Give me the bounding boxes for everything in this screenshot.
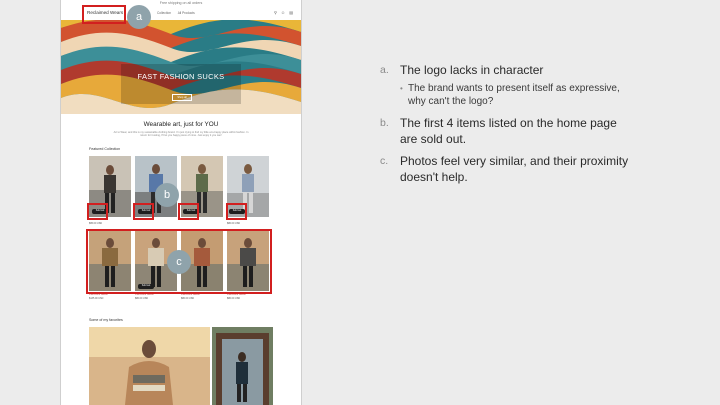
annotation-badge-c: c — [167, 250, 191, 274]
favorite-image-small[interactable] — [212, 327, 273, 405]
product-price: $65.00 USD — [89, 222, 103, 225]
featured-collection-label: Featured Collection — [89, 147, 121, 151]
note-b: b. The first 4 items listed on the home … — [380, 115, 630, 147]
annotation-box-sold-out-4 — [226, 203, 247, 220]
note-c-text: Photos feel very similar, and their prox… — [400, 154, 629, 184]
nav-link-collection[interactable]: Collection — [157, 11, 171, 15]
section-heading: Wearable art, just for YOU — [143, 121, 219, 128]
hero-banner: FAST FASHION SUCKS Shop all — [61, 20, 301, 114]
product-price: $80.00 USD — [227, 222, 241, 225]
note-c: c. Photos feel very similar, and their p… — [380, 153, 630, 185]
product-price: $135.00 USD — [89, 297, 104, 300]
note-b-marker: b. — [380, 117, 389, 129]
search-icon[interactable]: ⚲ — [274, 10, 277, 15]
note-a-marker: a. — [380, 64, 389, 76]
product-price: $80.00 USD — [227, 297, 241, 300]
note-a: a. The logo lacks in character — [380, 62, 630, 78]
note-a-sub: • The brand wants to present itself as e… — [380, 82, 630, 108]
user-icon[interactable]: ☺ — [281, 10, 285, 15]
favorite-image-large[interactable] — [89, 327, 210, 405]
note-a-sub-text: The brand wants to present itself as exp… — [408, 83, 620, 107]
annotation-badge-b: b — [155, 183, 179, 207]
annotation-box-sold-out-1 — [87, 203, 108, 220]
critique-notes: a. The logo lacks in character • The bra… — [380, 62, 630, 191]
annotation-box-sold-out-2 — [133, 203, 154, 220]
product-price: $80.00 USD — [181, 297, 195, 300]
bullet-icon: • — [400, 84, 403, 93]
site-nav: Collection All Products — [157, 11, 201, 15]
product-price: $80.00 USD — [135, 297, 149, 300]
nav-link-all-products[interactable]: All Products — [178, 11, 195, 15]
section-text: Art to Wear, and this is my sustainable … — [113, 131, 249, 138]
hero-title: FAST FASHION SUCKS — [137, 72, 225, 81]
annotation-box-logo — [82, 5, 126, 24]
note-c-marker: c. — [380, 155, 389, 167]
note-a-text: The logo lacks in character — [400, 63, 544, 77]
header-icons: ⚲ ☺ ▤ — [271, 10, 293, 15]
favorites-label: Some of my favorites — [89, 318, 123, 322]
cart-icon[interactable]: ▤ — [289, 10, 293, 15]
annotation-box-sold-out-3 — [178, 203, 199, 220]
hero-shop-button[interactable]: Shop all — [172, 94, 192, 101]
annotation-badge-a: a — [127, 5, 151, 29]
note-b-text: The first 4 items listed on the home pag… — [400, 116, 617, 146]
